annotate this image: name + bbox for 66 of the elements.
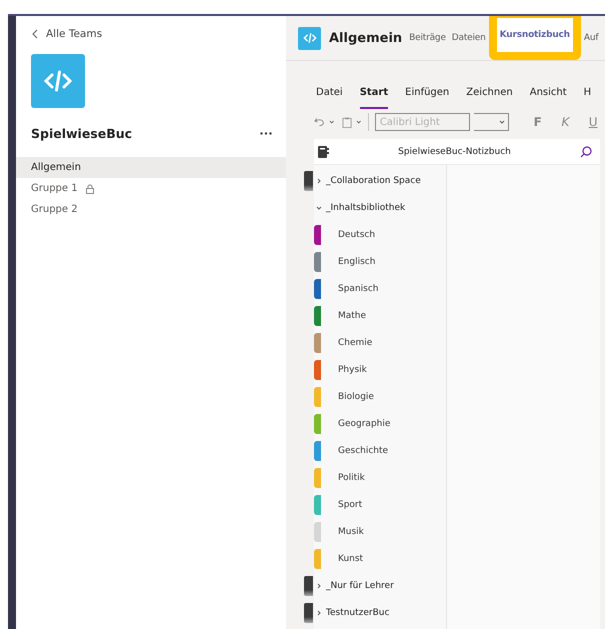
notebook-title: SpielwieseBuc-Notizbuch (397, 146, 512, 156)
font-field[interactable]: Calibri Light (374, 113, 470, 131)
channel-item[interactable]: Allgemein (16, 157, 286, 178)
section-label: Spanisch (338, 284, 378, 294)
ribbon-tab[interactable]: Datei (316, 87, 343, 109)
channel-tab[interactable]: Kursnotizbuch (488, 16, 581, 60)
back-link[interactable]: Alle Teams (32, 28, 286, 40)
chevron-right-icon (316, 582, 322, 588)
section-item[interactable]: Chemie (314, 329, 446, 356)
ribbon-tab[interactable]: Einfügen (405, 87, 450, 109)
section-item[interactable]: Physik (314, 356, 446, 383)
section-item[interactable]: Geschichte (314, 437, 446, 464)
chevron-down-icon (328, 119, 334, 125)
section-item[interactable]: Spanisch (314, 275, 446, 302)
section-label: Biologie (338, 392, 374, 402)
section-item[interactable]: Kunst (314, 545, 446, 572)
ribbon-tab[interactable]: H (584, 87, 592, 109)
channel-title: Allgemein (329, 30, 402, 46)
chevron-right-icon (316, 610, 322, 616)
section-group[interactable]: _Collaboration Space (304, 167, 446, 194)
more-icon[interactable] (260, 132, 272, 135)
section-group[interactable]: _Nur für Lehrer (304, 572, 446, 599)
font-size-field[interactable] (474, 113, 509, 131)
channel-tab[interactable]: Beiträge (409, 33, 446, 43)
clipboard-icon[interactable] (342, 116, 352, 128)
section-group-tab (304, 602, 313, 622)
section-label: Sport (338, 500, 362, 510)
channel-item[interactable]: Gruppe 1 (16, 178, 286, 199)
section-group[interactable]: TestnutzerBuc (304, 599, 446, 626)
section-item[interactable]: Biologie (314, 383, 446, 410)
section-item[interactable]: Englisch (314, 248, 446, 275)
section-group-tab (304, 576, 313, 596)
section-group-tab (304, 170, 313, 190)
section-item[interactable]: Sport (314, 491, 446, 518)
ribbon-tab[interactable]: Ansicht (530, 87, 567, 109)
search-icon[interactable] (580, 146, 592, 158)
section-group[interactable]: _Inhaltsbibliothek (304, 194, 446, 221)
notebook-icon (318, 146, 329, 158)
channel-item[interactable]: Gruppe 2 (16, 199, 286, 220)
team-name: SpielwieseBuc (31, 126, 132, 141)
section-label: Englisch (338, 256, 376, 266)
section-label: Kunst (338, 554, 364, 564)
chevron-right-icon (316, 178, 322, 184)
section-item[interactable]: Politik (314, 464, 446, 491)
section-item[interactable]: Geographie (314, 410, 446, 437)
section-item[interactable]: Deutsch (314, 221, 446, 248)
back-chevron-icon (32, 29, 38, 39)
chevron-down-icon (356, 119, 362, 125)
section-label: Politik (338, 472, 365, 482)
ribbon-tab[interactable]: Start (360, 87, 388, 109)
section-label: Chemie (338, 338, 372, 348)
section-label: Geschichte (338, 446, 388, 456)
section-label: Geographie (338, 418, 390, 428)
chevron-down-icon (498, 119, 505, 125)
section-label: Musik (338, 526, 364, 536)
channel-tab[interactable]: Dateien (452, 33, 486, 43)
section-label: Mathe (338, 310, 366, 320)
code-icon (302, 31, 316, 45)
section-label: Deutsch (338, 230, 376, 240)
section-item[interactable]: Mathe (314, 302, 446, 329)
undo-icon[interactable] (314, 117, 325, 127)
channel-tab[interactable]: Auf (584, 33, 598, 43)
section-item[interactable]: Musik (314, 518, 446, 545)
chevron-down-icon (316, 204, 322, 210)
section-label: Physik (338, 364, 367, 374)
ribbon-tab[interactable]: Zeichnen (466, 87, 513, 109)
